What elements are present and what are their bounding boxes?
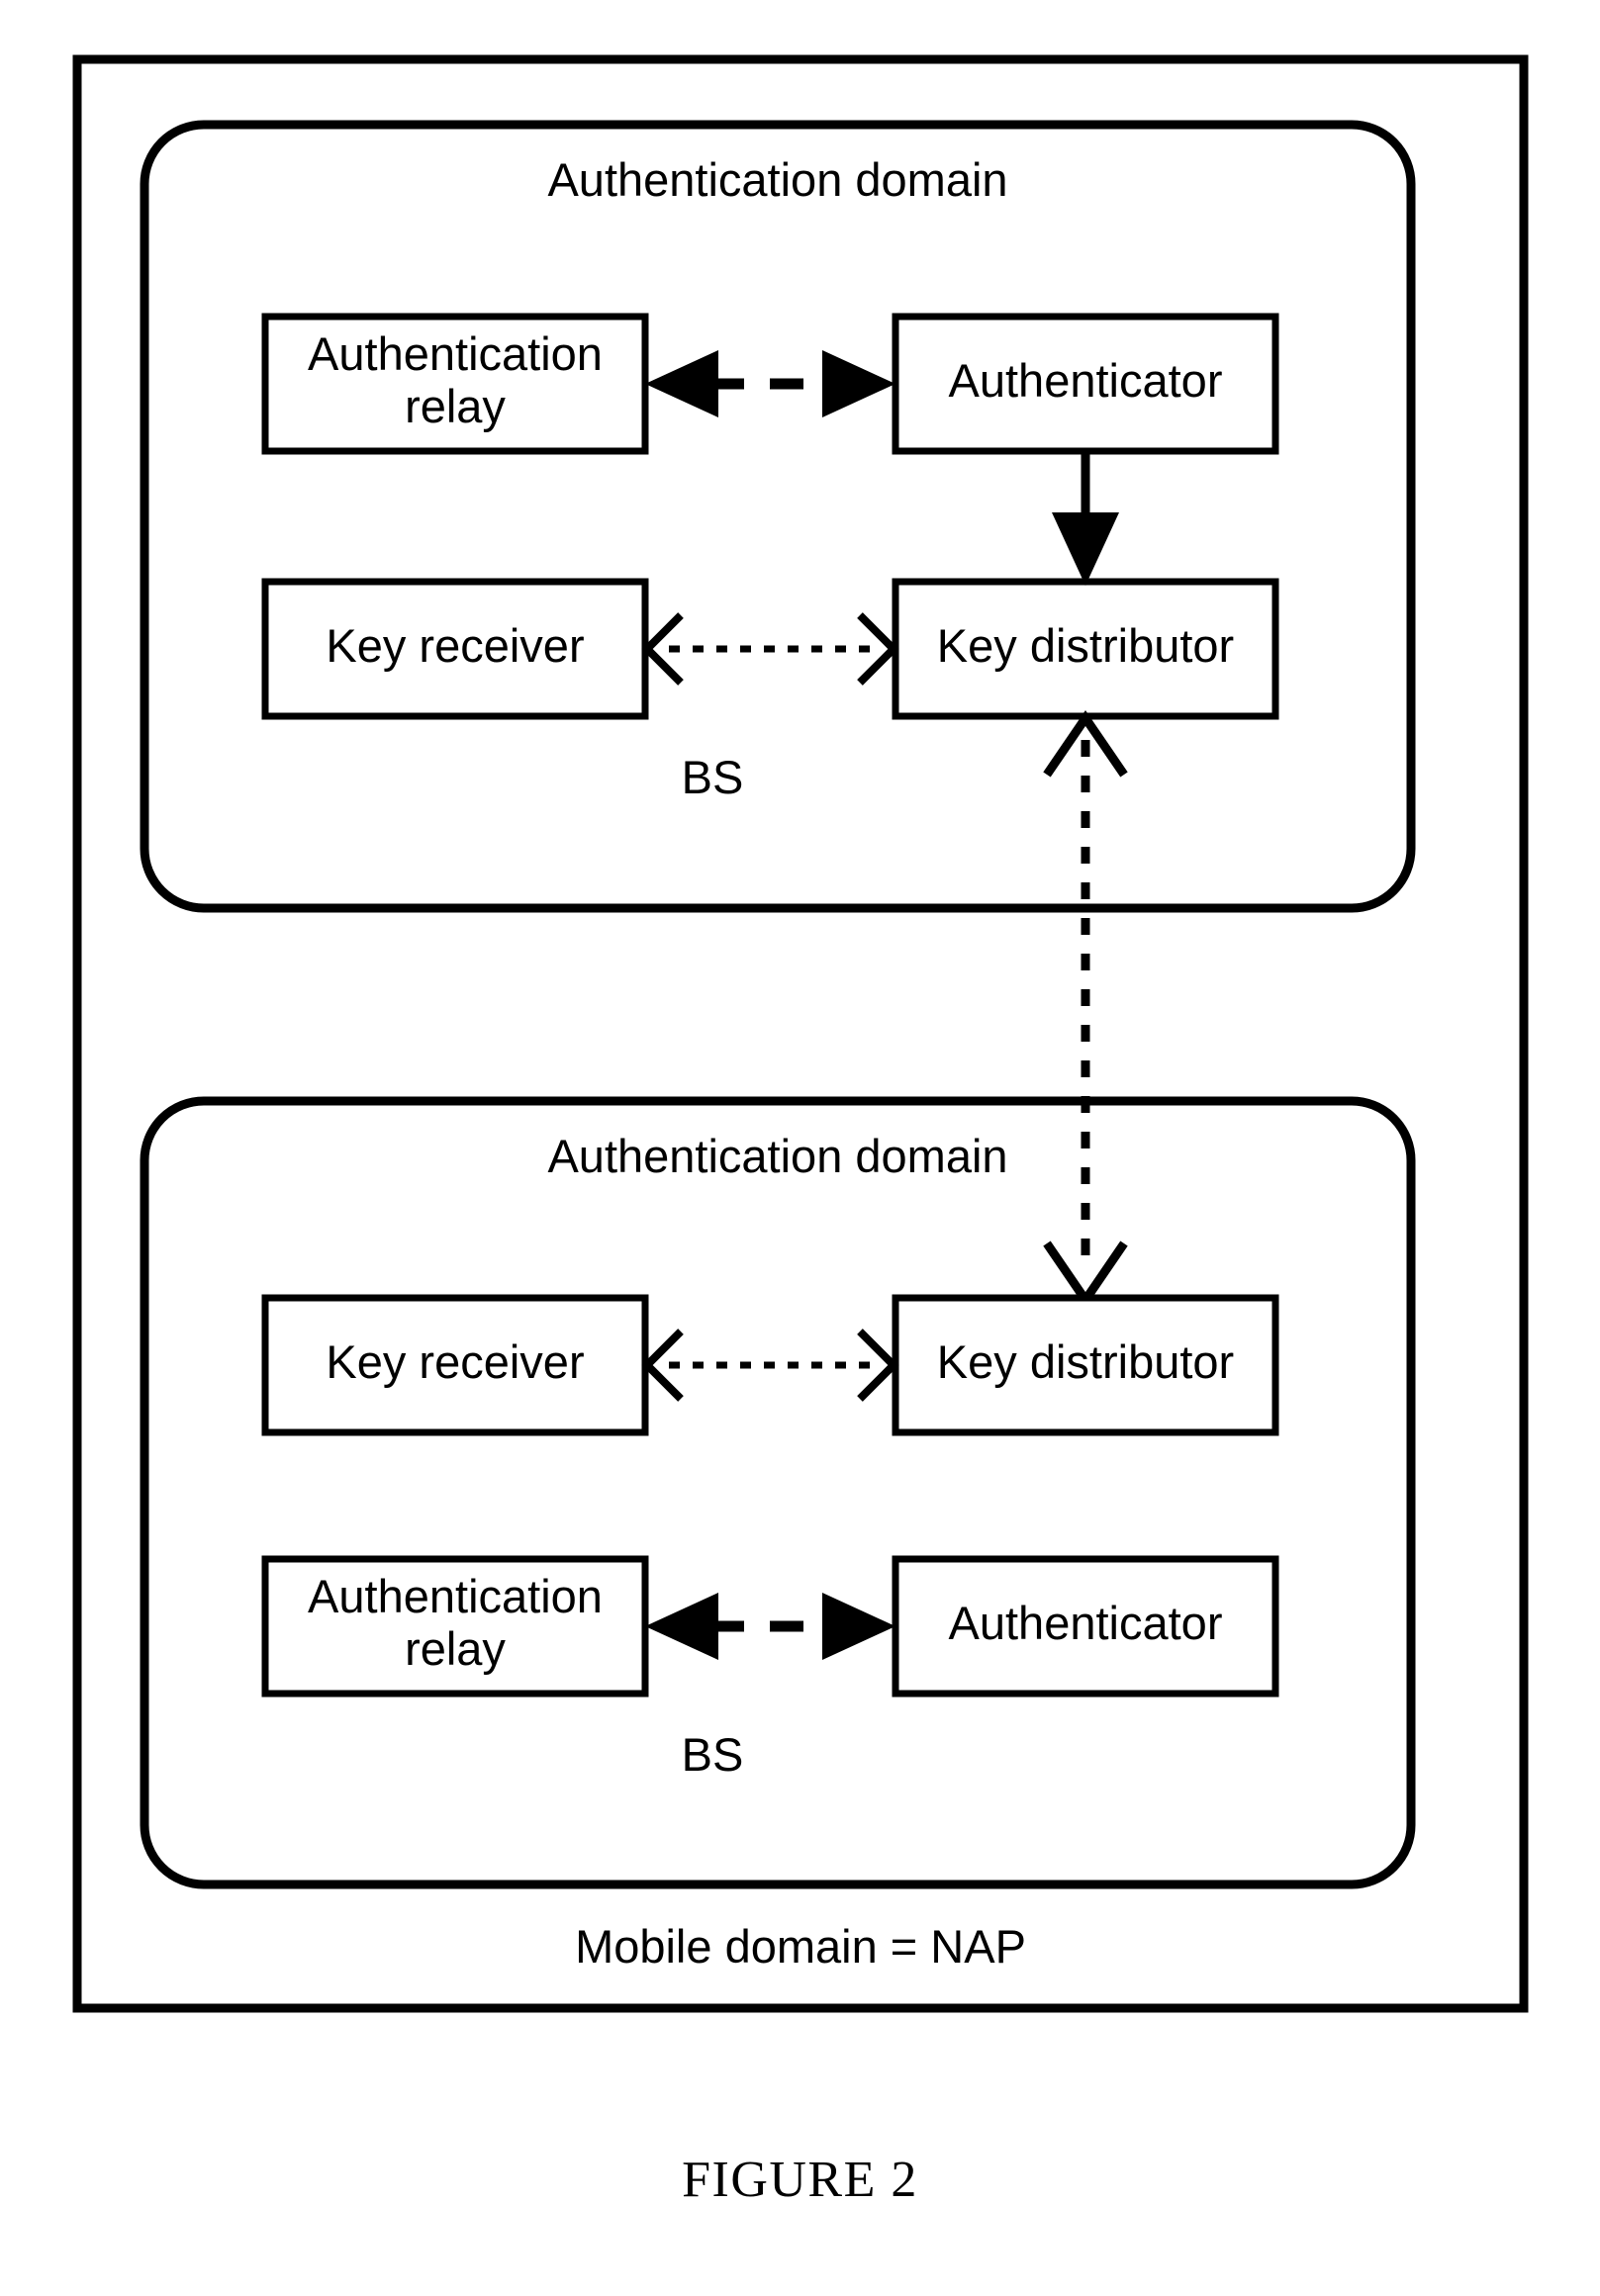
mobile-domain-label: Mobile domain = NAP <box>575 1920 1026 1973</box>
lower-authentication-relay-label: Authentication relay <box>308 1570 603 1675</box>
lower-key-distributor-label: Key distributor <box>936 1335 1235 1388</box>
upper-key-receiver-label: Key receiver <box>326 619 585 672</box>
upper-bs-label: BS <box>681 751 744 803</box>
patent-figure-page: Authentication domain Authentication rel… <box>0 0 1600 2296</box>
upper-receiver-distributor-link <box>641 612 899 686</box>
upper-authentication-relay-label: Authentication relay <box>308 327 603 432</box>
lower-relay-authenticator-link <box>645 1593 895 1660</box>
upper-authenticator-label: Authenticator <box>948 354 1223 407</box>
lower-authenticator-label: Authenticator <box>948 1597 1223 1649</box>
upper-key-distributor-label: Key distributor <box>936 619 1235 672</box>
arrowhead-right-filled <box>822 1593 895 1660</box>
arrowhead-left-filled <box>645 350 718 417</box>
interdomain-key-distributor-link <box>1043 710 1128 1308</box>
lower-receiver-distributor-link <box>641 1329 899 1402</box>
lower-panel-title: Authentication domain <box>547 1130 1008 1182</box>
arrowhead-left-filled <box>645 1593 718 1660</box>
figure-caption: FIGURE 2 <box>682 2152 918 2208</box>
lower-bs-label: BS <box>681 1728 744 1781</box>
arrowhead-down-filled <box>1052 512 1119 586</box>
upper-relay-authenticator-link <box>645 350 895 417</box>
upper-authenticator-distributor-link <box>1052 451 1119 586</box>
lower-key-receiver-label: Key receiver <box>326 1335 585 1388</box>
arrowhead-right-filled <box>822 350 895 417</box>
upper-panel-title: Authentication domain <box>547 153 1008 206</box>
